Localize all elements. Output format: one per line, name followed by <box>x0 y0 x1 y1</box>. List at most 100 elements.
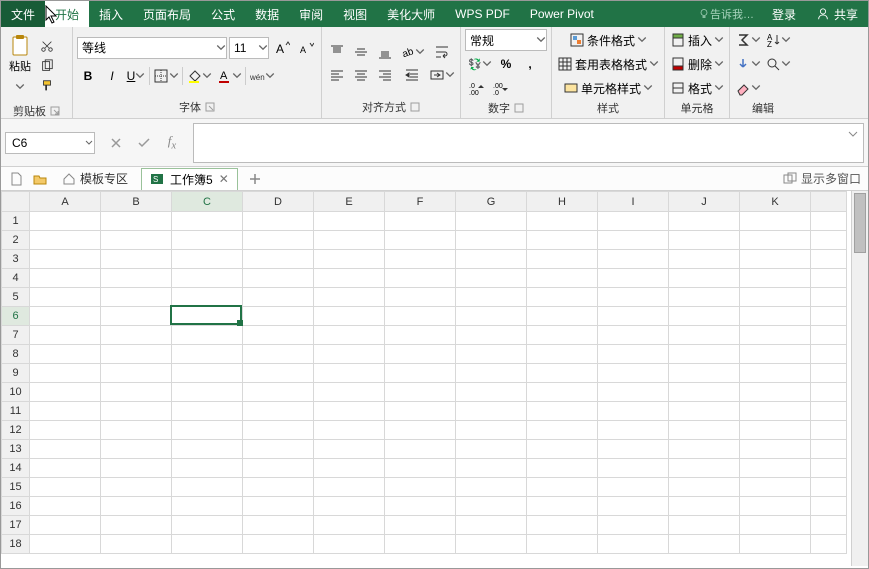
cell[interactable] <box>101 535 172 554</box>
cancel-formula-button[interactable] <box>105 132 127 154</box>
cell[interactable] <box>172 269 243 288</box>
tab-data[interactable]: 数据 <box>245 1 289 27</box>
cell[interactable] <box>669 345 740 364</box>
orientation-button[interactable]: ab <box>398 41 426 63</box>
cell[interactable] <box>740 535 811 554</box>
cell[interactable] <box>314 497 385 516</box>
cell[interactable] <box>385 383 456 402</box>
cell[interactable] <box>172 440 243 459</box>
cell[interactable] <box>30 269 101 288</box>
cell[interactable] <box>172 421 243 440</box>
row-header[interactable]: 9 <box>2 364 30 383</box>
cell[interactable] <box>172 383 243 402</box>
find-button[interactable] <box>764 53 792 75</box>
col-header[interactable]: G <box>456 192 527 212</box>
cell[interactable] <box>30 231 101 250</box>
cell[interactable] <box>243 383 314 402</box>
cell[interactable] <box>30 516 101 535</box>
cell[interactable] <box>598 364 669 383</box>
cell[interactable] <box>740 421 811 440</box>
cell[interactable] <box>314 459 385 478</box>
percent-button[interactable]: % <box>495 53 517 75</box>
cell[interactable] <box>101 307 172 326</box>
cell[interactable] <box>456 288 527 307</box>
cell[interactable] <box>527 231 598 250</box>
cell[interactable] <box>669 269 740 288</box>
cell[interactable] <box>456 250 527 269</box>
cell[interactable] <box>30 345 101 364</box>
cell[interactable] <box>172 231 243 250</box>
cell[interactable] <box>30 326 101 345</box>
cell[interactable] <box>314 478 385 497</box>
cell[interactable] <box>456 516 527 535</box>
cell[interactable] <box>101 231 172 250</box>
tab-insert[interactable]: 插入 <box>89 1 133 27</box>
cell[interactable] <box>101 440 172 459</box>
cell[interactable] <box>385 250 456 269</box>
cell[interactable] <box>456 383 527 402</box>
italic-button[interactable]: I <box>101 65 123 87</box>
cell[interactable] <box>101 459 172 478</box>
cell[interactable] <box>527 307 598 326</box>
cell[interactable] <box>669 307 740 326</box>
cell[interactable] <box>740 307 811 326</box>
format-cells-button[interactable]: 格式 <box>669 77 725 99</box>
shrink-font-button[interactable]: A <box>295 37 317 59</box>
cell[interactable] <box>172 288 243 307</box>
tab-powerpivot[interactable]: Power Pivot <box>520 1 604 27</box>
cell[interactable] <box>669 288 740 307</box>
select-all-corner[interactable] <box>2 192 30 212</box>
cell[interactable] <box>456 421 527 440</box>
cell[interactable] <box>740 212 811 231</box>
share-button[interactable]: 共享 <box>806 1 868 27</box>
cell[interactable] <box>385 288 456 307</box>
cell[interactable] <box>740 459 811 478</box>
cell[interactable] <box>456 269 527 288</box>
cell[interactable] <box>243 231 314 250</box>
cell[interactable] <box>456 535 527 554</box>
col-header[interactable]: B <box>101 192 172 212</box>
tab-file[interactable]: 文件 <box>1 1 45 27</box>
cell[interactable] <box>740 516 811 535</box>
cell[interactable] <box>598 440 669 459</box>
cell[interactable] <box>385 364 456 383</box>
cell[interactable] <box>385 421 456 440</box>
row-header[interactable]: 6 <box>2 307 30 326</box>
cell[interactable] <box>740 250 811 269</box>
cell[interactable] <box>456 440 527 459</box>
conditional-format-button[interactable]: 条件格式 <box>556 29 660 51</box>
cell[interactable] <box>172 535 243 554</box>
cell[interactable] <box>598 250 669 269</box>
font-size-combo[interactable]: 11 <box>229 37 269 59</box>
cell[interactable] <box>314 364 385 383</box>
cell[interactable] <box>243 250 314 269</box>
cell[interactable] <box>669 459 740 478</box>
login-button[interactable]: 登录 <box>762 1 806 27</box>
cell[interactable] <box>669 421 740 440</box>
tellme-hint[interactable]: 告诉我… <box>690 1 762 27</box>
cell[interactable] <box>385 212 456 231</box>
col-header[interactable]: D <box>243 192 314 212</box>
cell[interactable] <box>172 402 243 421</box>
cell[interactable] <box>243 364 314 383</box>
cell[interactable] <box>243 421 314 440</box>
cell[interactable] <box>30 459 101 478</box>
tab-review[interactable]: 审阅 <box>289 1 333 27</box>
col-header[interactable]: F <box>385 192 456 212</box>
cell[interactable] <box>456 345 527 364</box>
cell[interactable] <box>101 364 172 383</box>
cell[interactable] <box>30 402 101 421</box>
cell[interactable] <box>314 440 385 459</box>
cell[interactable] <box>385 307 456 326</box>
cell[interactable] <box>314 402 385 421</box>
cell[interactable] <box>669 535 740 554</box>
cell[interactable] <box>172 364 243 383</box>
cell[interactable] <box>243 516 314 535</box>
align-bottom-button[interactable] <box>374 41 396 63</box>
fill-button[interactable] <box>734 53 762 75</box>
cell[interactable] <box>101 497 172 516</box>
cell[interactable] <box>456 459 527 478</box>
wrap-text-button[interactable] <box>428 41 456 63</box>
table-format-button[interactable]: 套用表格格式 <box>556 53 660 75</box>
copy-button[interactable] <box>37 57 57 75</box>
